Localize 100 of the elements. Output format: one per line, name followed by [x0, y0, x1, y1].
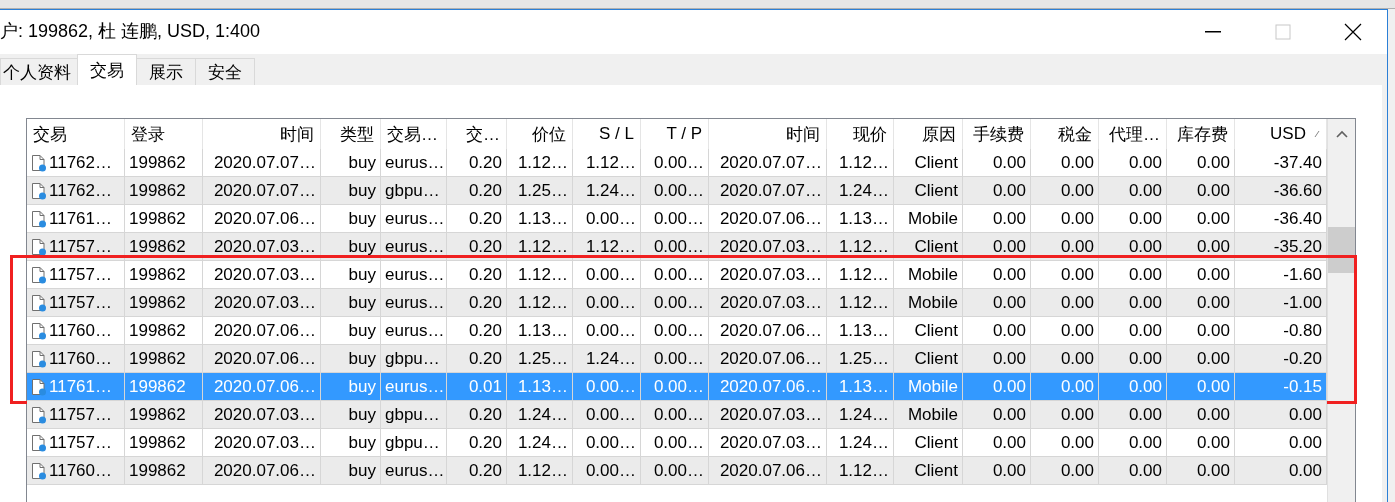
- column-header[interactable]: T / P: [641, 119, 709, 149]
- table-cell: 0.20: [447, 457, 507, 485]
- table-cell: 0.00: [1235, 401, 1327, 429]
- table-cell: 1.13…: [507, 373, 573, 401]
- column-header[interactable]: 代理…: [1099, 119, 1167, 149]
- document-icon: [31, 433, 47, 452]
- table-cell: 0.00: [1167, 289, 1235, 317]
- column-header[interactable]: 交…: [447, 119, 507, 149]
- table-cell: 199862: [125, 373, 203, 401]
- caret-up-icon: [1335, 130, 1348, 138]
- minimize-icon: [1205, 31, 1221, 33]
- table-cell: Mobile: [894, 289, 963, 317]
- table-cell: 0.00: [1167, 401, 1235, 429]
- table-cell: -0.15: [1235, 373, 1327, 401]
- table-row[interactable]: 11757… 199862 2020.07.03… buy eurus… 0.20 1.12… 0.00… 0.00… 2020.07.03… 1.12… Mobile 0.00 0.00 0.00 0.00 -1.00: [27, 289, 1327, 317]
- document-icon: [31, 461, 47, 480]
- table-cell: 2020.07.06…: [203, 457, 321, 485]
- table-cell: Mobile: [894, 401, 963, 429]
- table-cell: 0.00: [1031, 457, 1099, 485]
- table-cell: -36.60: [1235, 177, 1327, 205]
- table-cell: 0.00…: [641, 401, 709, 429]
- table-cell: 0.00: [1099, 177, 1167, 205]
- column-header[interactable]: 税金: [1031, 119, 1099, 149]
- column-header[interactable]: 交易: [27, 119, 125, 149]
- table-cell: 1.25…: [507, 177, 573, 205]
- table-cell: 1.24…: [507, 401, 573, 429]
- table-cell: 0.00: [1031, 401, 1099, 429]
- table-cell: 0.00…: [641, 373, 709, 401]
- document-icon: [31, 265, 47, 284]
- table-cell: 1.12…: [507, 457, 573, 485]
- column-header[interactable]: 类型: [321, 119, 381, 149]
- table-cell: 0.00: [1099, 457, 1167, 485]
- column-header[interactable]: S / L: [573, 119, 641, 149]
- table-cell: gbpu…: [381, 177, 447, 205]
- table-cell: 2020.07.03…: [203, 401, 321, 429]
- table-cell: 1.12…: [827, 457, 894, 485]
- table-cell: 2020.07.03…: [709, 401, 827, 429]
- document-icon: [31, 209, 47, 228]
- table-cell: buy: [321, 401, 381, 429]
- table-row[interactable]: 11757… 199862 2020.07.03… buy eurus… 0.20 1.12… 1.12… 0.00… 2020.07.03… 1.12… Client 0.00 0.00 0.00 0.00 -35.20: [27, 233, 1327, 261]
- table-cell: 0.20: [447, 345, 507, 373]
- column-header[interactable]: 手续费: [963, 119, 1031, 149]
- table-cell: 11762…: [27, 177, 125, 205]
- column-header[interactable]: 时间: [709, 119, 827, 149]
- column-header[interactable]: 现价: [827, 119, 894, 149]
- table-cell: 0.00: [1235, 457, 1327, 485]
- table-cell: eurus…: [381, 457, 447, 485]
- table-cell: 0.00…: [573, 289, 641, 317]
- table-cell: 11761…: [27, 373, 125, 401]
- table-cell: gbpu…: [381, 345, 447, 373]
- document-icon: [31, 293, 47, 312]
- column-header[interactable]: 库存费: [1167, 119, 1235, 149]
- table-cell: 0.00: [1167, 457, 1235, 485]
- tab[interactable]: 安全: [195, 58, 255, 85]
- table-cell: 0.00…: [573, 401, 641, 429]
- tab[interactable]: 个人资料: [0, 58, 78, 85]
- table-cell: 0.00: [963, 373, 1031, 401]
- table-cell: buy: [321, 457, 381, 485]
- table-row[interactable]: 11760… 199862 2020.07.06… buy eurus… 0.20 1.12… 0.00… 0.00… 2020.07.06… 1.12… Client 0.00 0.00 0.00 0.00 0.00: [27, 457, 1327, 485]
- table-cell: 0.00…: [641, 289, 709, 317]
- document-icon: [31, 237, 47, 256]
- table-row[interactable]: 11757… 199862 2020.07.03… buy gbpu… 0.20 1.24… 0.00… 0.00… 2020.07.03… 1.24… Mobile 0.00 0.00 0.00 0.00 0.00: [27, 401, 1327, 429]
- table-cell: 0.00: [963, 401, 1031, 429]
- column-header[interactable]: 价位: [507, 119, 573, 149]
- table-cell: 2020.07.06…: [709, 457, 827, 485]
- table-cell: 0.01: [447, 373, 507, 401]
- table-cell: 0.00: [1099, 401, 1167, 429]
- table-cell: 0.00: [1167, 177, 1235, 205]
- window-title: 户: 199862, 杜 连鹏, USD, 1:400: [0, 20, 262, 43]
- column-header[interactable]: 时间: [203, 119, 321, 149]
- table-cell: -1.00: [1235, 289, 1327, 317]
- table-cell: buy: [321, 345, 381, 373]
- table-cell: 0.00…: [573, 457, 641, 485]
- document-icon: [31, 153, 47, 172]
- table-cell: gbpu…: [381, 401, 447, 429]
- table-cell: 1.13…: [827, 373, 894, 401]
- table-row[interactable]: 11760… 199862 2020.07.06… buy gbpu… 0.20 1.25… 1.24… 0.00… 2020.07.06… 1.25… Client 0.00 0.00 0.00 0.00 -0.20: [27, 345, 1327, 373]
- scrollbar[interactable]: [1327, 119, 1355, 502]
- table-cell: 199862: [125, 401, 203, 429]
- document-icon: [31, 181, 47, 200]
- sort-icon: [1314, 130, 1320, 138]
- table-cell: 0.00…: [641, 457, 709, 485]
- table-row[interactable]: 11762… 199862 2020.07.07… buy gbpu… 0.20 1.25… 1.24… 0.00… 2020.07.07… 1.24… Client 0.00 0.00 0.00 0.00 -36.60: [27, 177, 1327, 205]
- table-cell: 2020.07.07…: [709, 177, 827, 205]
- column-header[interactable]: 登录: [125, 119, 203, 149]
- tab[interactable]: 交易: [77, 54, 137, 85]
- table-cell: 0.00: [963, 177, 1031, 205]
- table-cell: 1.12…: [827, 289, 894, 317]
- table-cell: 0.00: [1167, 373, 1235, 401]
- table-cell: 1.12…: [507, 289, 573, 317]
- table-cell: 1.25…: [827, 345, 894, 373]
- table-cell: eurus…: [381, 289, 447, 317]
- table-cell: 0.00…: [573, 373, 641, 401]
- document-icon: [31, 377, 47, 396]
- table-cell: buy: [321, 373, 381, 401]
- table-cell: 2020.07.06…: [709, 345, 827, 373]
- column-header[interactable]: 原因: [894, 119, 963, 149]
- column-header[interactable]: 交易…: [381, 119, 447, 149]
- table-cell: 0.00: [963, 289, 1031, 317]
- table-cell: 0.00: [1099, 345, 1167, 373]
